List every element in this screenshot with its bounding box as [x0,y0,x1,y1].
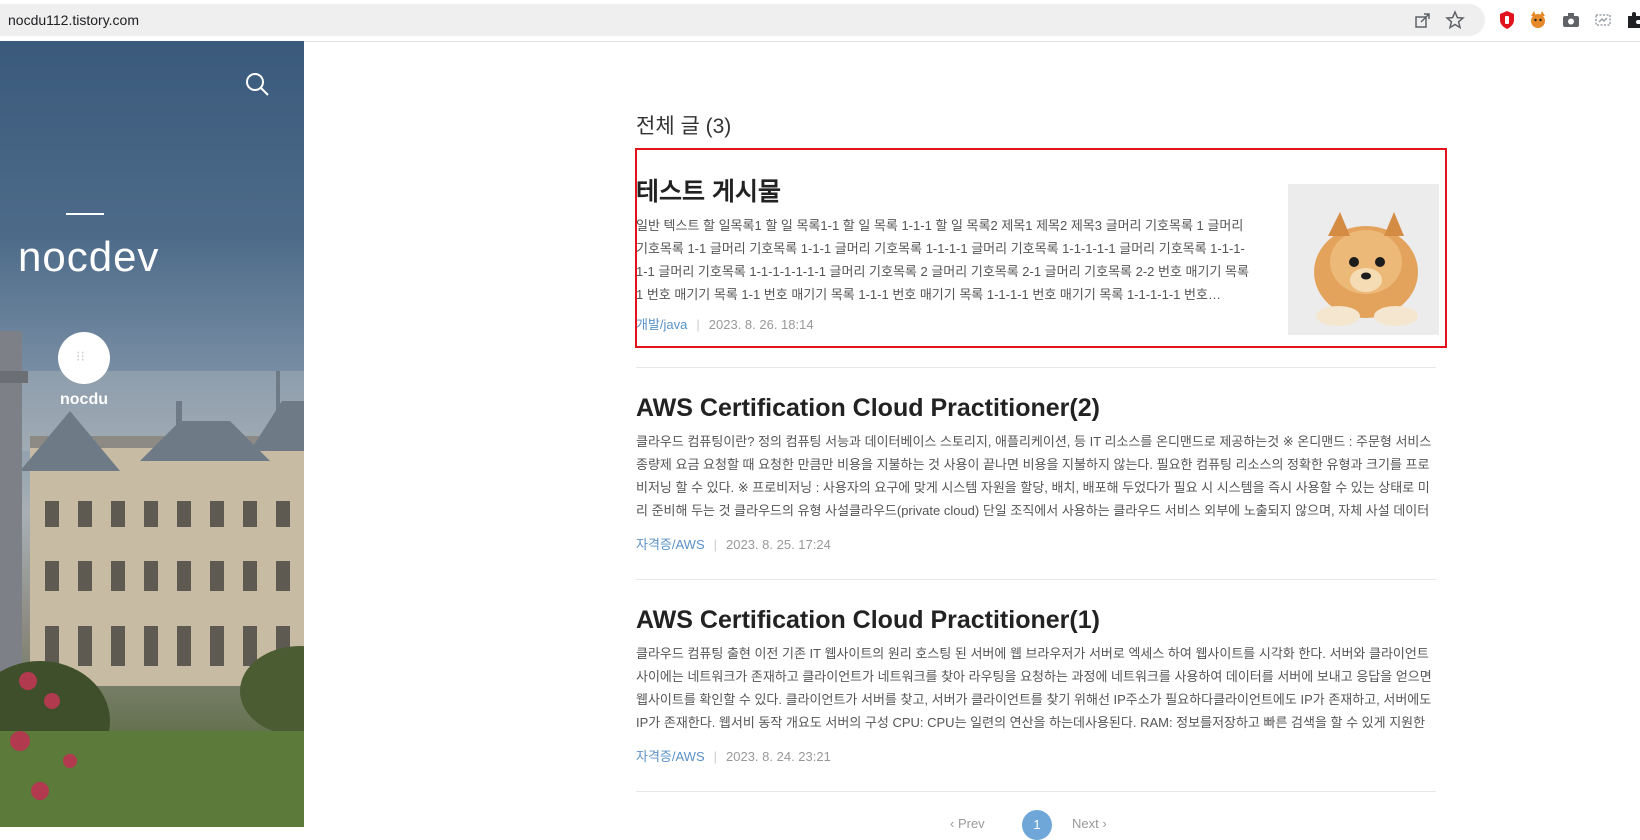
star-icon[interactable] [1445,10,1465,30]
address-bar[interactable]: nocdu112.tistory.com [0,4,1485,36]
red-shield-extension-icon[interactable] [1497,10,1517,30]
cat-extension-icon[interactable] [1528,10,1548,30]
puzzle-extension-icon[interactable] [1624,10,1640,30]
camera-extension-icon[interactable] [1561,10,1581,30]
post-excerpt[interactable]: 일반 텍스트 할 일목록1 할 일 목록1-1 할 일 목록 1-1-1 할 일… [636,214,1256,306]
post-excerpt[interactable]: 클라우드 컴퓨팅 출현 이전 기존 IT 웹사이트의 원리 호스팅 된 서버에 … [636,642,1436,734]
meta-separator: | [713,537,718,552]
meta-separator: | [696,317,700,332]
post-date: 2023. 8. 25. 17:24 [726,537,831,552]
share-icon[interactable] [1413,10,1433,30]
post-excerpt[interactable]: 클라우드 컴퓨팅이란? 정의 컴퓨팅 서능과 데이터베이스 스토리지, 애플리케… [636,430,1436,522]
post-title[interactable]: AWS Certification Cloud Practitioner(2) [636,392,1436,424]
post-divider [636,791,1436,792]
page-number-current[interactable]: 1 [1022,810,1052,840]
page-title: 전체 글 (3) [636,115,732,138]
blog-title[interactable]: nocdev [18,233,159,281]
post-item[interactable]: AWS Certification Cloud Practitioner(1) … [636,604,1436,765]
post-title[interactable]: AWS Certification Cloud Practitioner(1) [636,604,1436,636]
post-category[interactable]: 자격증/AWS [636,537,705,552]
prev-page-link[interactable]: ‹ Prev [950,816,985,831]
post-meta: 개발/java | 2023. 8. 26. 18:14 [636,314,1256,333]
post-date: 2023. 8. 26. 18:14 [708,317,814,332]
post-date: 2023. 8. 24. 23:21 [726,749,831,764]
title-divider [66,213,104,215]
post-category[interactable]: 개발/java [636,317,687,332]
user-name[interactable]: nocdu [40,391,128,409]
post-meta: 자격증/AWS | 2023. 8. 25. 17:24 [636,534,1436,553]
meta-separator: | [713,749,718,764]
avatar-placeholder-icon: ⁝⁝ [76,348,85,364]
post-divider [636,579,1436,580]
palace-background-image [0,331,304,827]
post-category[interactable]: 자격증/AWS [636,749,705,764]
post-item[interactable]: 테스트 게시물 일반 텍스트 할 일목록1 할 일 목록1-1 할 일 목록 1… [636,176,1256,333]
url-text[interactable]: nocdu112.tistory.com [8,12,139,28]
next-page-link[interactable]: Next › [1072,816,1107,831]
browser-toolbar: nocdu112.tistory.com [0,0,1640,42]
post-item[interactable]: AWS Certification Cloud Practitioner(2) … [636,392,1436,553]
post-meta: 자격증/AWS | 2023. 8. 24. 23:21 [636,746,1436,765]
puppy-image [1288,184,1439,335]
search-icon[interactable] [244,71,270,97]
post-divider [636,367,1436,368]
avatar[interactable]: ⁝⁝ [58,332,110,384]
screenshot-extension-icon[interactable] [1593,10,1613,30]
post-title[interactable]: 테스트 게시물 [636,176,1256,208]
blog-sidebar: nocdev ⁝⁝ nocdu [0,41,304,827]
post-thumbnail[interactable] [1288,184,1439,335]
